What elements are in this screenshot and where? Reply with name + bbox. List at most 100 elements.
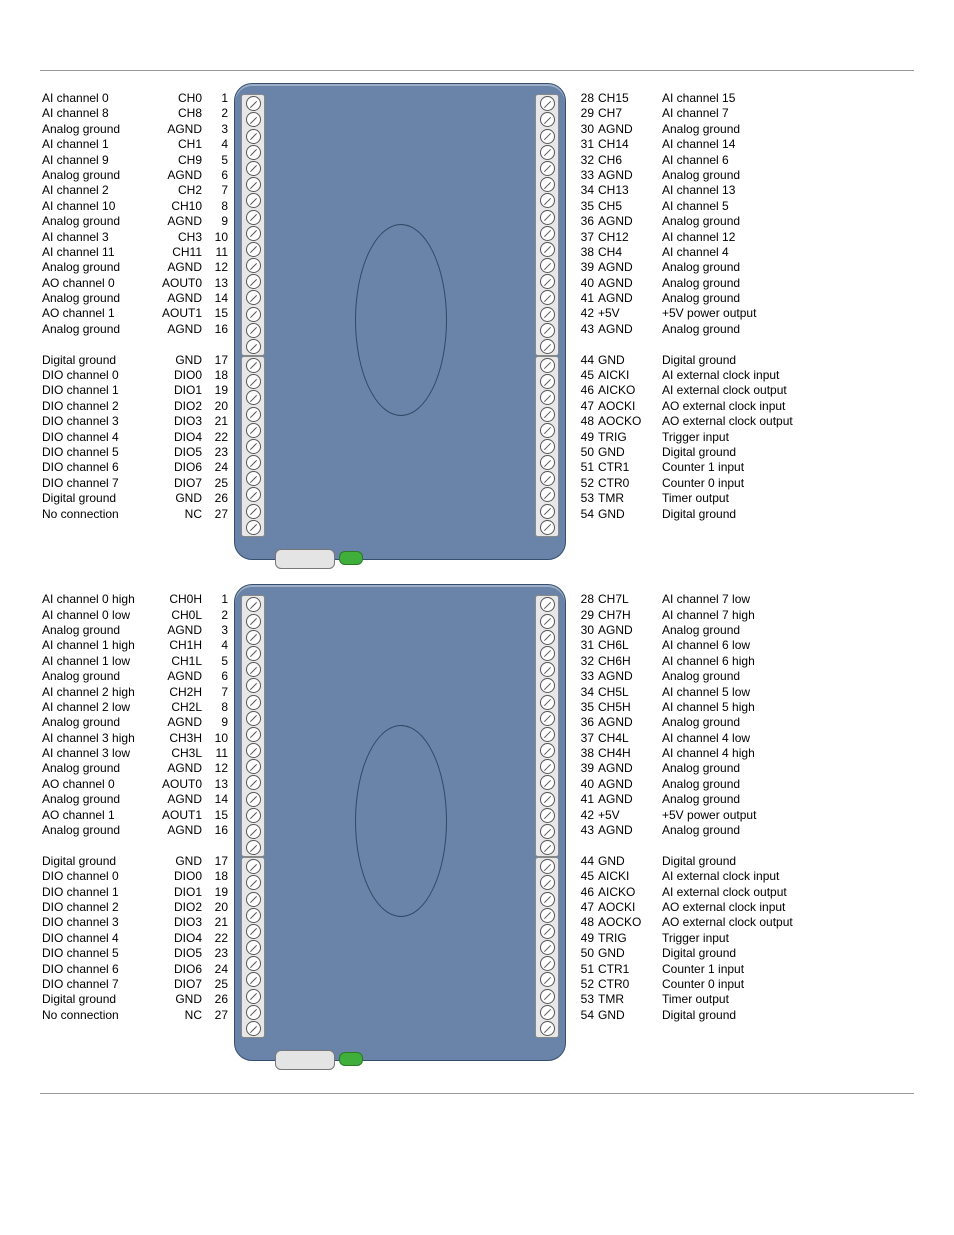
pin-label: AI channel 3 high [42,731,154,746]
screw-terminal-icon [540,808,555,823]
pin-num: 12 [206,260,228,275]
pin-code: TMR [598,992,658,1007]
screw-terminal-column [241,857,265,1038]
pin-code: CH0L [154,608,202,623]
pin-label: AI channel 7 [662,106,912,121]
pin-num: 22 [206,430,228,445]
screw-terminal-icon [540,323,555,338]
screw-terminal-icon [246,193,261,208]
pin-num: 54 [572,507,594,522]
pinout-diagram: AI channel 0 highAI channel 0 lowAnalog … [42,592,912,1063]
pin-num: 23 [206,445,228,460]
pin-label: Analog ground [662,276,912,291]
pin-code: AGND [598,669,658,684]
screw-terminal-icon [246,374,261,389]
pin-code: TRIG [598,430,658,445]
pin-label: Digital ground [662,353,912,368]
pin-label: AI external clock input [662,368,912,383]
pin-num: 24 [206,460,228,475]
screw-terminal-icon [246,630,261,645]
screw-terminal-icon [246,439,261,454]
pin-code: DIO4 [154,430,202,445]
pin-code: CH1L [154,654,202,669]
pin-label: AI external clock output [662,383,912,398]
pin-label: AI channel 5 high [662,700,912,715]
pin-label: AI channel 1 high [42,638,154,653]
pin-num: 1 [206,592,228,607]
pin-code: GND [154,491,202,506]
pin-code: GND [598,507,658,522]
pin-label: AI channel 7 low [662,592,912,607]
pin-label: Counter 1 input [662,460,912,475]
screw-terminal-icon [246,1021,261,1036]
pin-label: Digital ground [42,353,154,368]
pin-code: AICKO [598,383,658,398]
pin-label: Analog ground [662,777,912,792]
pin-label: Digital ground [662,445,912,460]
pin-num: 5 [206,654,228,669]
pin-num: 40 [572,276,594,291]
pin-code: DIO0 [154,368,202,383]
pin-label: DIO channel 2 [42,399,154,414]
pin-num: 6 [206,669,228,684]
screw-terminal-icon [246,824,261,839]
pin-num: 45 [572,368,594,383]
pin-code: AGND [154,322,202,337]
screw-terminal-icon [246,487,261,502]
pin-code: AGND [154,669,202,684]
pin-code: NC [154,1008,202,1023]
pin-num: 10 [206,230,228,245]
pin-label: AI channel 5 low [662,685,912,700]
pin-label: Analog ground [42,761,154,776]
screw-terminal-icon [246,210,261,225]
pin-num: 45 [572,869,594,884]
pin-num: 1 [206,91,228,106]
pin-label: DIO channel 1 [42,383,154,398]
pin-label: +5V power output [662,808,912,823]
pin-code: DIO5 [154,946,202,961]
pin-label: AI channel 12 [662,230,912,245]
pin-code: CH3H [154,731,202,746]
pin-column-labels-left: AI channel 0 highAI channel 0 lowAnalog … [42,592,154,1023]
pin-num: 25 [206,476,228,491]
bottom-rule [40,1093,914,1094]
screw-terminal-icon [246,956,261,971]
pin-code: CH14 [598,137,658,152]
pin-num: 49 [572,931,594,946]
pin-label: DIO channel 6 [42,962,154,977]
pin-code: DIO1 [154,885,202,900]
pin-label: AI channel 10 [42,199,154,214]
screw-terminal-icon [246,908,261,923]
screw-terminal-column [535,356,559,537]
screw-terminal-icon [540,775,555,790]
pin-label: AI channel 3 low [42,746,154,761]
pin-code: CH3 [154,230,202,245]
pin-label: Analog ground [662,291,912,306]
pin-code: CH1 [154,137,202,152]
screw-terminal-icon [246,226,261,241]
pin-code: GND [154,992,202,1007]
screw-terminal-icon [246,695,261,710]
pin-num: 34 [572,685,594,700]
pin-column-codes-left: CH0HCH0LAGNDCH1HCH1LAGNDCH2HCH2LAGNDCH3H… [154,592,202,1023]
pin-num: 15 [206,306,228,321]
pin-code: AGND [598,122,658,137]
pin-code: CH1H [154,638,202,653]
pin-code: AGND [598,260,658,275]
pin-column-labels-right: AI channel 15AI channel 7Analog groundAI… [662,91,912,522]
pin-label: Analog ground [662,168,912,183]
status-led-icon [339,551,363,565]
screw-terminal-icon [540,859,555,874]
pin-num: 32 [572,153,594,168]
pin-num: 25 [206,977,228,992]
pin-num: 29 [572,106,594,121]
pin-num: 16 [206,823,228,838]
pin-num: 42 [572,808,594,823]
pin-label: AI channel 4 high [662,746,912,761]
screw-terminal-column [535,94,559,356]
pin-column-codes-right: CH15CH7AGNDCH14CH6AGNDCH13CH5AGNDCH12CH4… [598,91,658,522]
pin-code: CH4H [598,746,658,761]
pin-num: 35 [572,199,594,214]
pin-label: Analog ground [662,669,912,684]
screw-terminal-icon [246,307,261,322]
